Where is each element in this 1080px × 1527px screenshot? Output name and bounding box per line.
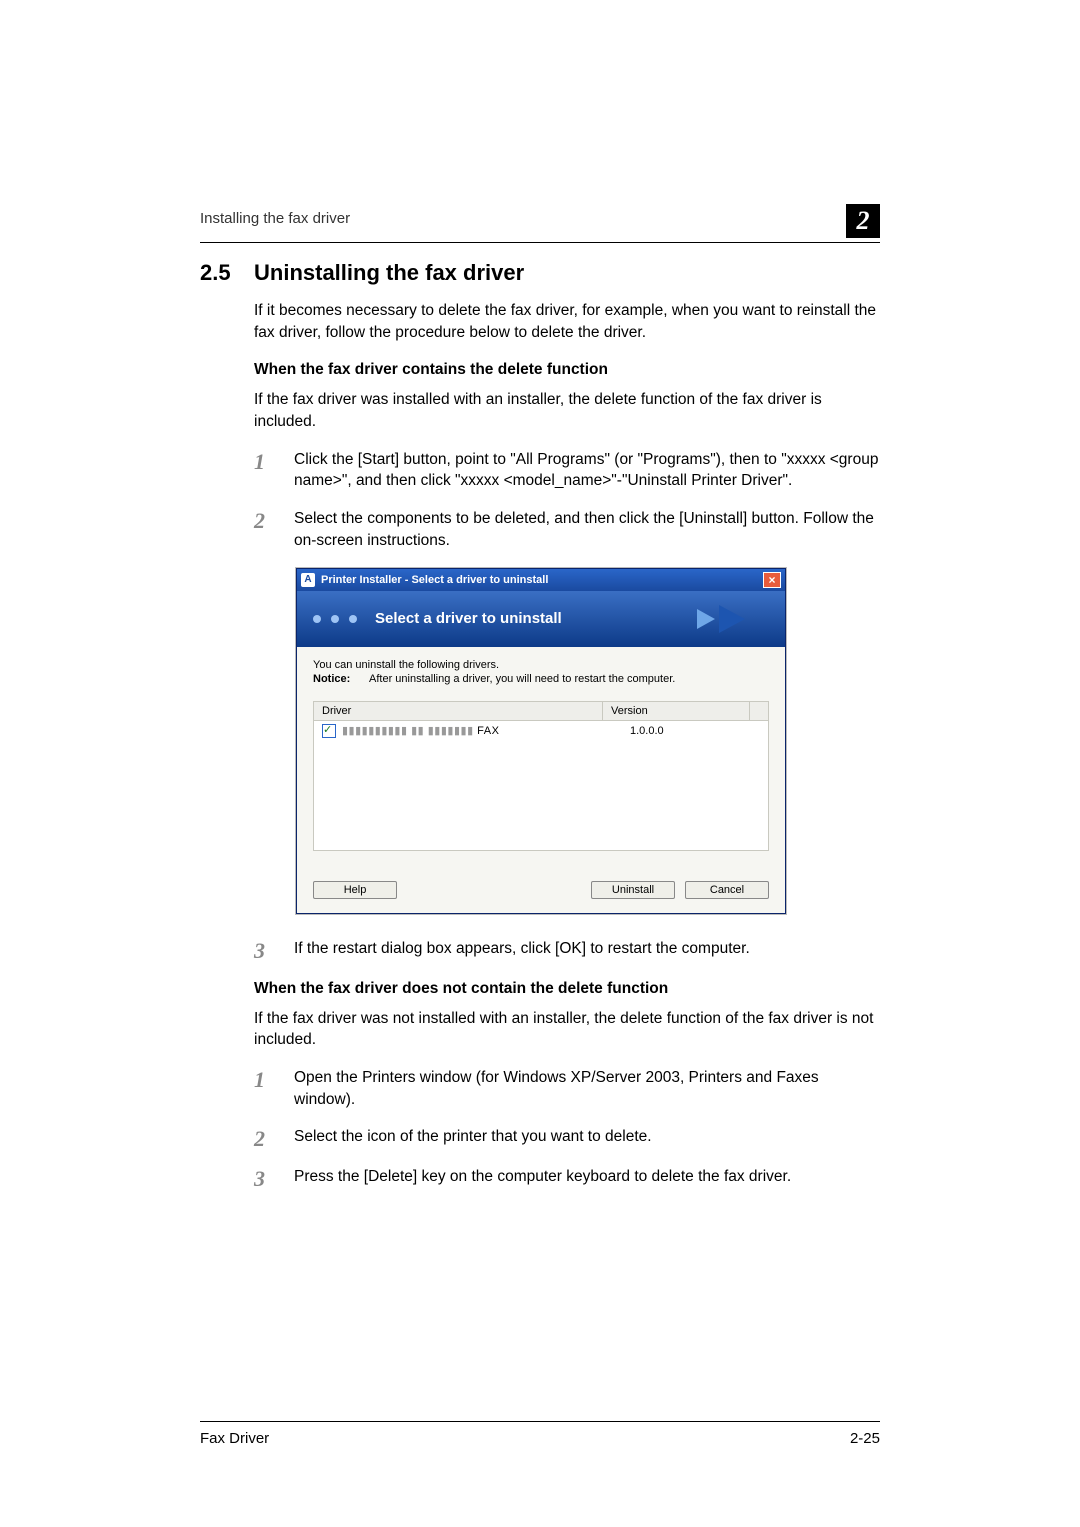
dialog-banner: Select a driver to uninstall [297, 591, 785, 647]
driver-list[interactable]: Driver Version ▮▮▮▮▮▮▮▮▮▮ ▮▮ ▮▮▮▮▮▮▮ FAX… [313, 701, 769, 851]
step-number: 1 [254, 449, 294, 492]
driver-list-header: Driver Version [314, 702, 768, 721]
dialog-title: Printer Installer - Select a driver to u… [321, 574, 763, 586]
step-text: Click the [Start] button, point to "All … [294, 449, 880, 492]
step-number: 3 [254, 938, 294, 962]
chapter-number-badge: 2 [846, 204, 880, 238]
notice-label: Notice: [313, 673, 369, 685]
banner-title: Select a driver to uninstall [375, 610, 562, 627]
step-text: Select the components to be deleted, and… [294, 508, 880, 551]
step-number: 1 [254, 1067, 294, 1110]
sub2-intro: If the fax driver was not installed with… [254, 1008, 880, 1051]
driver-row[interactable]: ▮▮▮▮▮▮▮▮▮▮ ▮▮ ▮▮▮▮▮▮▮ FAX 1.0.0.0 [314, 721, 768, 741]
step-text: Press the [Delete] key on the computer k… [294, 1166, 791, 1190]
dialog-titlebar: A Printer Installer - Select a driver to… [297, 569, 785, 591]
driver-version: 1.0.0.0 [630, 725, 760, 737]
column-driver[interactable]: Driver [314, 702, 603, 720]
driver-name: ▮▮▮▮▮▮▮▮▮▮ ▮▮ ▮▮▮▮▮▮▮ FAX [342, 724, 630, 737]
subhead-no-delete-function: When the fax driver does not contain the… [254, 980, 880, 998]
notice-text: After uninstalling a driver, you will ne… [369, 673, 675, 685]
step-number: 2 [254, 508, 294, 551]
footer-left: Fax Driver [200, 1430, 850, 1447]
step-text: Open the Printers window (for Windows XP… [294, 1067, 880, 1110]
running-head: Installing the fax driver [200, 210, 880, 227]
dialog-notice-line1: You can uninstall the following drivers. [313, 659, 769, 671]
uninstall-dialog: A Printer Installer - Select a driver to… [296, 568, 786, 914]
subhead-delete-function: When the fax driver contains the delete … [254, 361, 880, 379]
close-icon[interactable]: × [763, 572, 781, 588]
section-heading: 2.5Uninstalling the fax driver [200, 260, 880, 286]
header-rule [200, 242, 880, 243]
sub1-intro: If the fax driver was installed with an … [254, 389, 880, 432]
uninstall-button[interactable]: Uninstall [591, 881, 675, 899]
cancel-button[interactable]: Cancel [685, 881, 769, 899]
banner-dots-icon [313, 615, 357, 623]
footer-page-number: 2-25 [850, 1430, 880, 1447]
step-number: 3 [254, 1166, 294, 1190]
column-version[interactable]: Version [603, 702, 750, 720]
help-button[interactable]: Help [313, 881, 397, 899]
section-intro: If it becomes necessary to delete the fa… [254, 300, 880, 343]
page-footer: Fax Driver 2-25 [200, 1421, 880, 1447]
section-number: 2.5 [200, 260, 254, 286]
arrow-right-icon [697, 605, 745, 633]
section-title: Uninstalling the fax driver [254, 260, 524, 285]
step-number: 2 [254, 1126, 294, 1150]
step-text: Select the icon of the printer that you … [294, 1126, 652, 1150]
step-text: If the restart dialog box appears, click… [294, 938, 750, 962]
driver-checkbox[interactable] [322, 724, 336, 738]
app-icon: A [301, 573, 315, 587]
